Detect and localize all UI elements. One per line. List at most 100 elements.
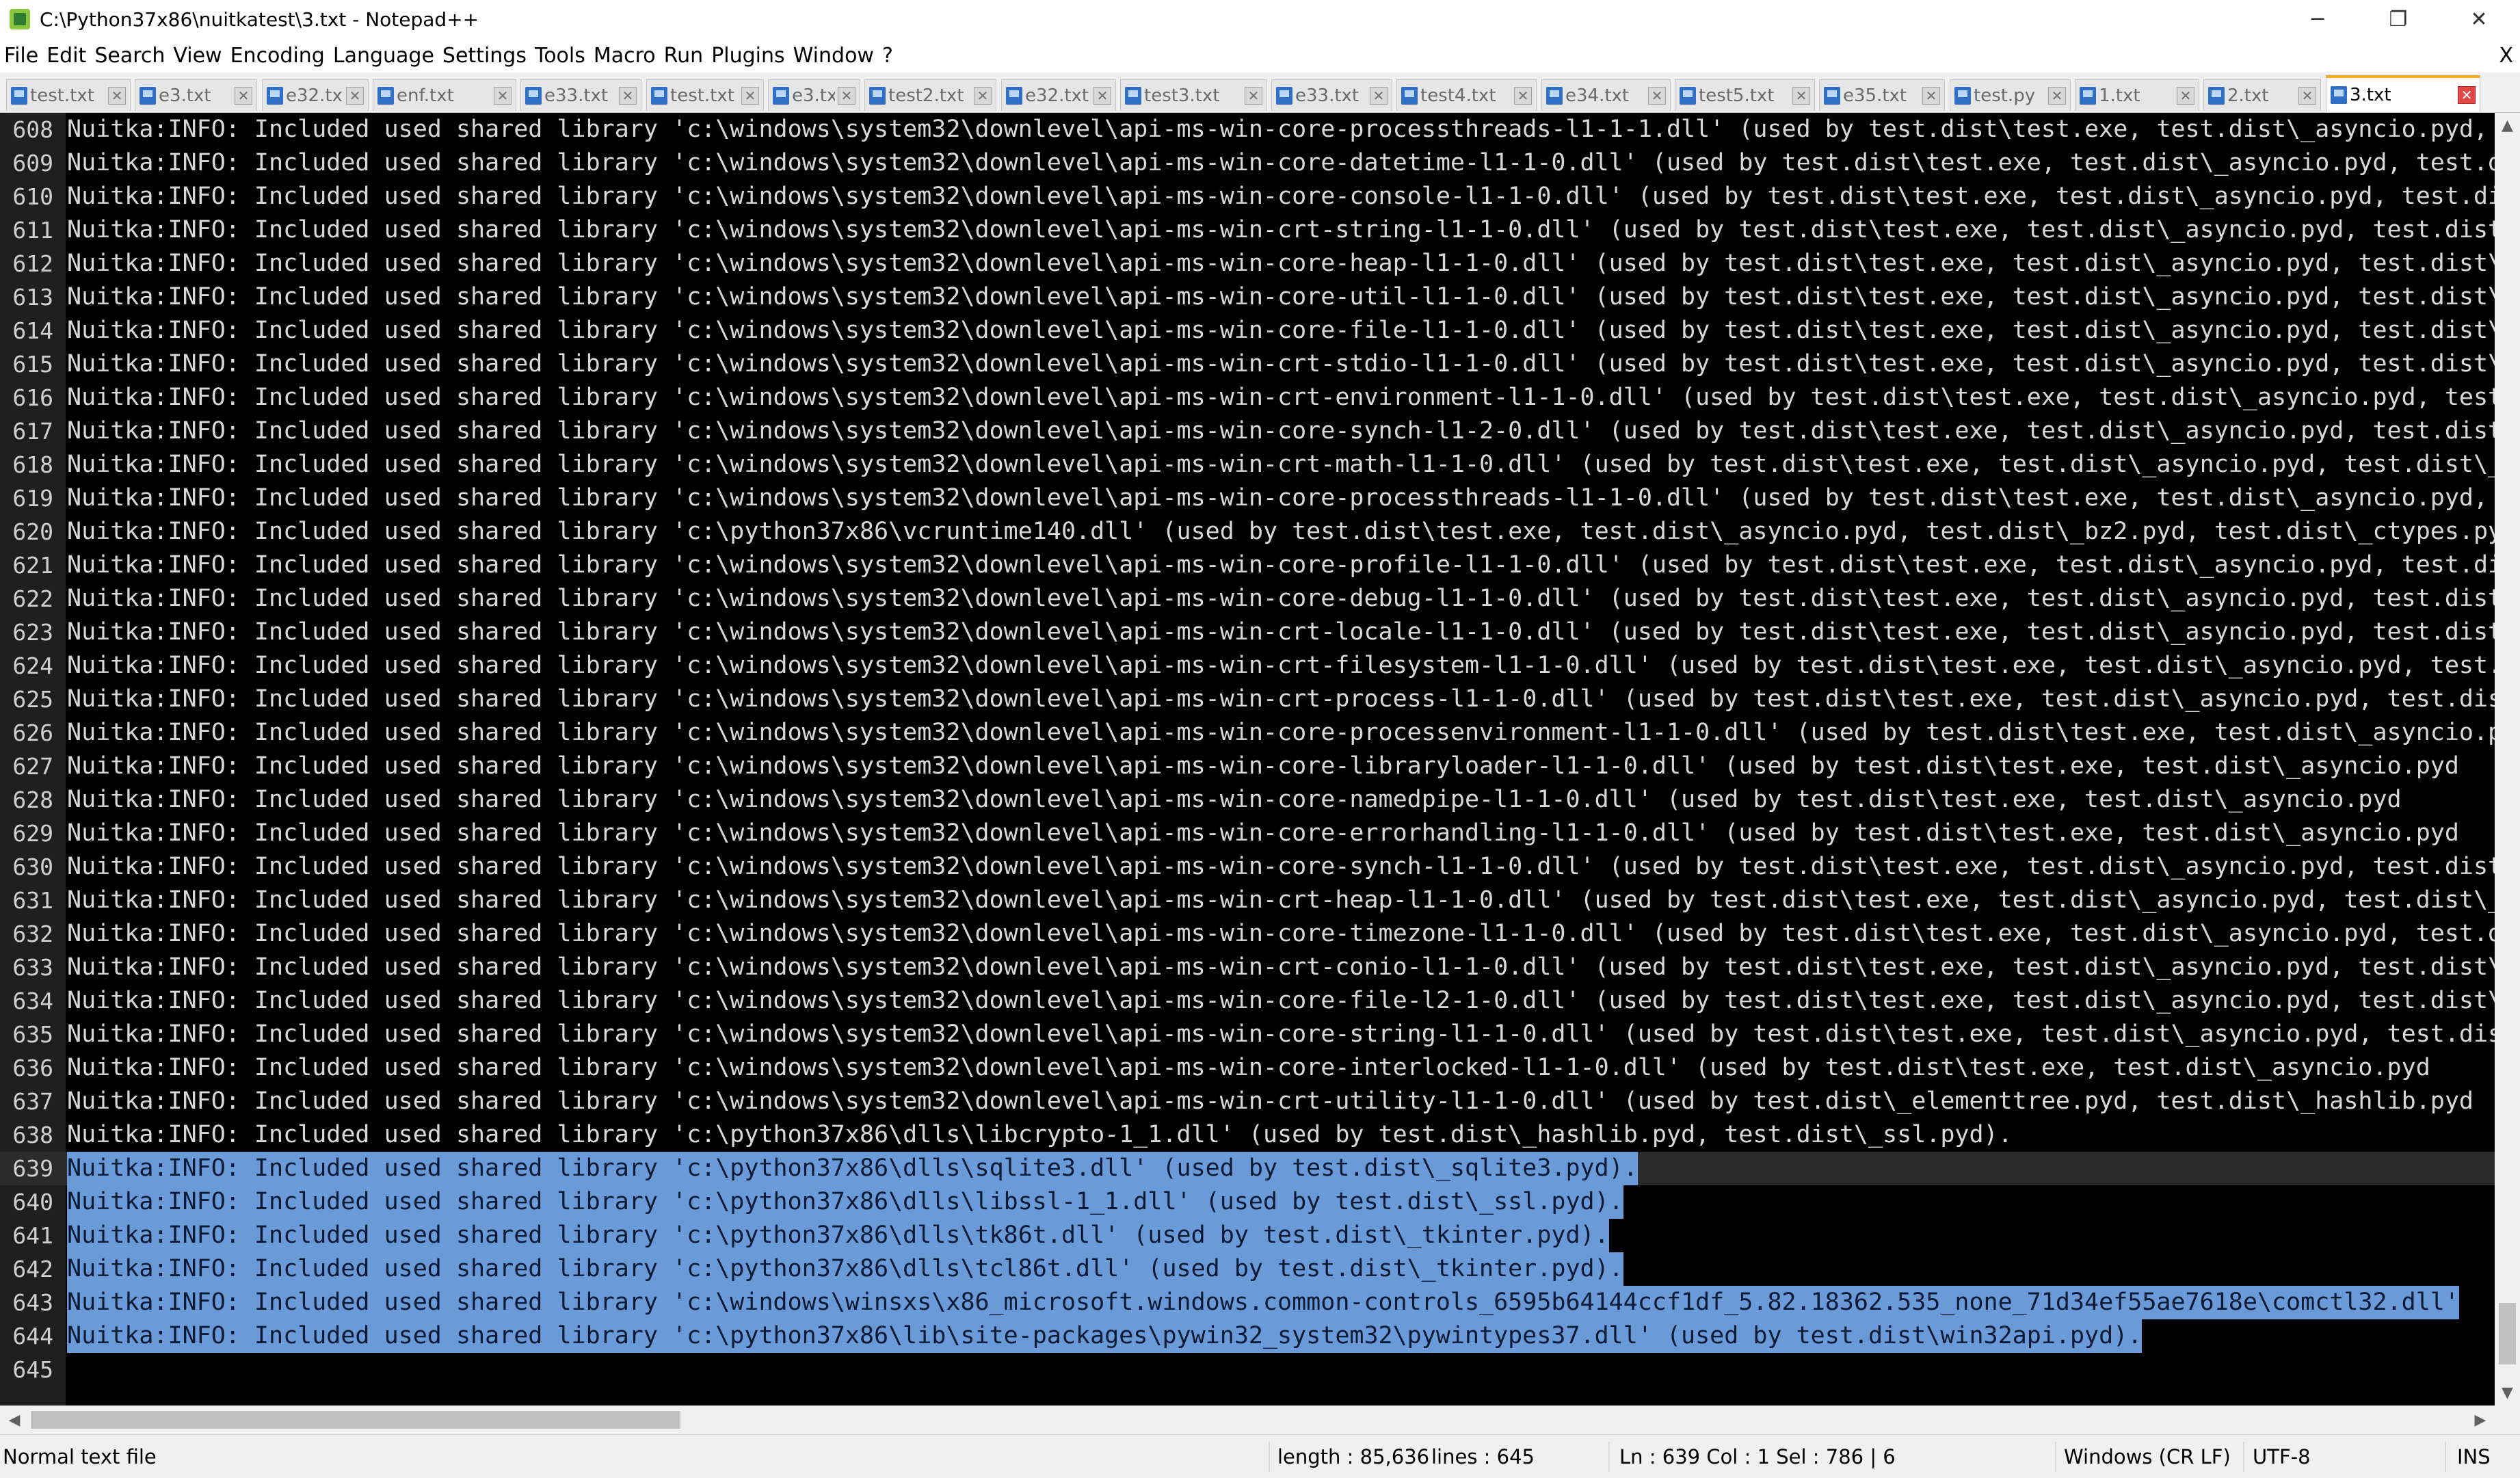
editor-line[interactable]: 620 Nuitka:INFO: Included used shared lib…	[0, 515, 2495, 549]
editor-line[interactable]: 626 Nuitka:INFO: Included used shared lib…	[0, 716, 2495, 750]
editor-line[interactable]: 612 Nuitka:INFO: Included used shared lib…	[0, 247, 2495, 280]
text-editor[interactable]: 608 Nuitka:INFO: Included used shared lib…	[0, 113, 2495, 1406]
document-tab[interactable]: enf.txt ✕	[373, 79, 516, 111]
editor-line[interactable]: 644 Nuitka:INFO: Included used shared lib…	[0, 1319, 2495, 1353]
horizontal-scrollbar[interactable]: ◀ ▶	[0, 1406, 2495, 1434]
editor-line[interactable]: 625 Nuitka:INFO: Included used shared lib…	[0, 683, 2495, 716]
document-tab[interactable]: e33.txt ✕	[1271, 79, 1392, 111]
document-tab[interactable]: test3.txt ✕	[1120, 79, 1267, 111]
document-tab[interactable]: e32.txt ✕	[1001, 79, 1116, 111]
menu-view[interactable]: View	[169, 44, 226, 68]
close-tab-icon[interactable]: ✕	[1648, 86, 1666, 105]
close-window-button[interactable]: ✕	[2439, 0, 2519, 38]
close-tab-icon[interactable]: ✕	[974, 86, 992, 105]
status-eol[interactable]: Windows (CR LF)	[2064, 1435, 2231, 1478]
document-tab[interactable]: e33.txt ✕	[520, 79, 641, 111]
editor-line[interactable]: 622 Nuitka:INFO: Included used shared lib…	[0, 582, 2495, 616]
document-tab[interactable]: e34.txt ✕	[1541, 79, 1671, 111]
document-tab[interactable]: test2.txt ✕	[864, 79, 996, 111]
close-tab-icon[interactable]: ✕	[1245, 86, 1262, 105]
scroll-down-arrow-icon[interactable]: ▼	[2495, 1380, 2520, 1406]
vertical-scrollbar[interactable]: ▲ ▼	[2495, 113, 2520, 1406]
editor-line[interactable]: 629 Nuitka:INFO: Included used shared lib…	[0, 817, 2495, 850]
editor-line[interactable]: 636 Nuitka:INFO: Included used shared lib…	[0, 1051, 2495, 1085]
editor-line[interactable]: 630 Nuitka:INFO: Included used shared lib…	[0, 850, 2495, 884]
editor-line[interactable]: 641 Nuitka:INFO: Included used shared lib…	[0, 1219, 2495, 1252]
scroll-left-arrow-icon[interactable]: ◀	[0, 1406, 29, 1434]
document-tab[interactable]: 2.txt ✕	[2203, 79, 2321, 111]
editor-line[interactable]: 642 Nuitka:INFO: Included used shared lib…	[0, 1252, 2495, 1286]
maximize-button[interactable]: ❐	[2358, 0, 2439, 38]
scroll-up-arrow-icon[interactable]: ▲	[2495, 113, 2520, 138]
status-insert-mode[interactable]: INS	[2457, 1435, 2491, 1478]
menu-search[interactable]: Search	[90, 44, 169, 68]
editor-line[interactable]: 610 Nuitka:INFO: Included used shared lib…	[0, 180, 2495, 213]
editor-line[interactable]: 623 Nuitka:INFO: Included used shared lib…	[0, 616, 2495, 649]
document-tab[interactable]: test.txt ✕	[6, 79, 131, 111]
horizontal-scroll-thumb[interactable]	[31, 1411, 680, 1429]
editor-line[interactable]: 631 Nuitka:INFO: Included used shared lib…	[0, 884, 2495, 917]
document-tab[interactable]: test4.txt ✕	[1396, 79, 1537, 111]
editor-line[interactable]: 621 Nuitka:INFO: Included used shared lib…	[0, 549, 2495, 582]
editor-line[interactable]: 618 Nuitka:INFO: Included used shared lib…	[0, 448, 2495, 481]
vertical-scroll-thumb[interactable]	[2499, 1303, 2516, 1364]
editor-line[interactable]: 638 Nuitka:INFO: Included used shared lib…	[0, 1118, 2495, 1152]
editor-line[interactable]: 614 Nuitka:INFO: Included used shared lib…	[0, 314, 2495, 347]
close-tab-icon[interactable]: ✕	[619, 86, 637, 105]
editor-line[interactable]: 615 Nuitka:INFO: Included used shared lib…	[0, 347, 2495, 381]
close-tab-icon[interactable]: ✕	[741, 86, 759, 105]
minimize-button[interactable]: ─	[2277, 0, 2358, 38]
close-tab-icon[interactable]: ✕	[2177, 86, 2194, 105]
close-tab-icon[interactable]: ✕	[108, 86, 126, 105]
editor-line[interactable]: 619 Nuitka:INFO: Included used shared lib…	[0, 481, 2495, 515]
document-tab[interactable]: 1.txt ✕	[2075, 79, 2199, 111]
editor-line[interactable]: 640 Nuitka:INFO: Included used shared lib…	[0, 1185, 2495, 1219]
document-tab[interactable]: test.txt ✕	[646, 79, 764, 111]
close-tab-icon[interactable]: ✕	[1514, 86, 1532, 105]
editor-line[interactable]: 639 Nuitka:INFO: Included used shared lib…	[0, 1152, 2495, 1185]
close-tab-icon[interactable]: ✕	[2048, 86, 2066, 105]
menu-file[interactable]: File	[0, 44, 42, 68]
close-tab-icon[interactable]: ✕	[1922, 86, 1940, 105]
editor-line[interactable]: 635 Nuitka:INFO: Included used shared lib…	[0, 1018, 2495, 1051]
close-tab-icon[interactable]: ✕	[1370, 86, 1388, 105]
editor-line[interactable]: 608 Nuitka:INFO: Included used shared lib…	[0, 113, 2495, 146]
menu-plugins[interactable]: Plugins	[707, 44, 788, 68]
editor-line[interactable]: 609 Nuitka:INFO: Included used shared lib…	[0, 146, 2495, 180]
document-tab[interactable]: 3.txt ✕	[2326, 75, 2480, 112]
close-tab-icon[interactable]: ✕	[838, 86, 856, 105]
editor-line[interactable]: 645	[0, 1353, 2495, 1386]
menu-language[interactable]: Language	[329, 44, 438, 68]
document-tab[interactable]: test.py ✕	[1950, 79, 2071, 111]
scroll-right-arrow-icon[interactable]: ▶	[2466, 1406, 2495, 1434]
menu-window[interactable]: Window	[789, 44, 878, 68]
close-tab-icon[interactable]: ✕	[2458, 86, 2476, 104]
editor-line[interactable]: 637 Nuitka:INFO: Included used shared lib…	[0, 1085, 2495, 1118]
close-document-button[interactable]: X	[2499, 38, 2513, 72]
document-tab[interactable]: e3.txt✕	[768, 79, 860, 111]
editor-line[interactable]: 633 Nuitka:INFO: Included used shared lib…	[0, 951, 2495, 984]
close-tab-icon[interactable]: ✕	[235, 86, 252, 105]
document-tab[interactable]: e32.txt ✕	[262, 79, 369, 111]
editor-line[interactable]: 617 Nuitka:INFO: Included used shared lib…	[0, 414, 2495, 448]
document-tab[interactable]: test5.txt ✕	[1675, 79, 1815, 111]
close-tab-icon[interactable]: ✕	[494, 86, 512, 105]
editor-line[interactable]: 643 Nuitka:INFO: Included used shared lib…	[0, 1286, 2495, 1319]
close-tab-icon[interactable]: ✕	[346, 86, 364, 105]
editor-line[interactable]: 611 Nuitka:INFO: Included used shared lib…	[0, 213, 2495, 247]
status-encoding[interactable]: UTF-8	[2253, 1435, 2311, 1478]
menu-settings[interactable]: Settings	[438, 44, 531, 68]
close-tab-icon[interactable]: ✕	[2298, 86, 2316, 105]
close-tab-icon[interactable]: ✕	[1093, 86, 1111, 105]
menu-tools[interactable]: Tools	[531, 44, 589, 68]
menu-edit[interactable]: Edit	[42, 44, 90, 68]
menu-macro[interactable]: Macro	[589, 44, 660, 68]
document-tab[interactable]: e3.txt✕	[135, 79, 257, 111]
editor-line[interactable]: 632 Nuitka:INFO: Included used shared lib…	[0, 917, 2495, 951]
editor-line[interactable]: 634 Nuitka:INFO: Included used shared lib…	[0, 984, 2495, 1018]
close-tab-icon[interactable]: ✕	[1792, 86, 1810, 105]
menu-encoding[interactable]: Encoding	[226, 44, 329, 68]
menu-run[interactable]: Run	[660, 44, 708, 68]
menu-help[interactable]: ?	[878, 44, 897, 68]
editor-line[interactable]: 624 Nuitka:INFO: Included used shared lib…	[0, 649, 2495, 683]
